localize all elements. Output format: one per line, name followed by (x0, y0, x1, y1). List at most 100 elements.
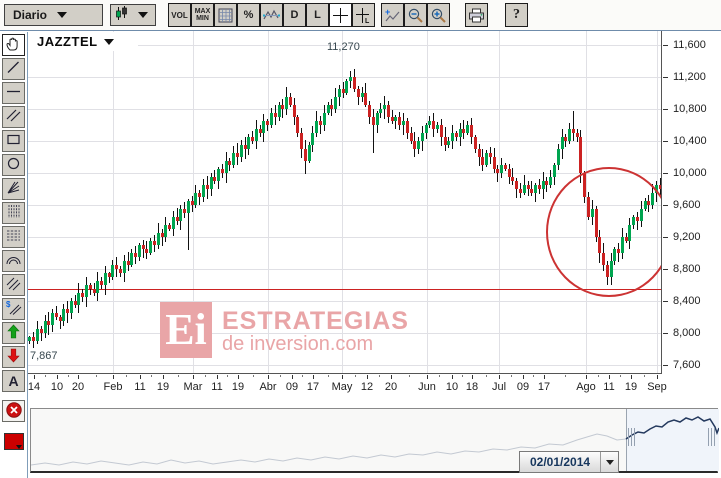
price-tick-label: 7,600 (673, 359, 701, 371)
candle-body (209, 177, 213, 190)
tool-fibonacci-arcs[interactable] (2, 250, 25, 272)
tool-text-tool[interactable]: A (2, 370, 25, 392)
candle-body (462, 129, 466, 134)
candle-body (349, 77, 353, 81)
date-tick-label: 09 (516, 381, 530, 393)
grid-button[interactable] (214, 3, 237, 27)
tool-ellipse[interactable] (2, 154, 25, 176)
date-tick-label: 10 (445, 381, 459, 393)
timeframe-value: Diario (13, 8, 48, 22)
candle-body (541, 181, 545, 190)
date-dropdown-arrow[interactable] (600, 452, 618, 472)
zoom-in-button[interactable] (427, 3, 450, 27)
tool-rectangle[interactable] (2, 130, 25, 152)
start-date-picker[interactable]: 02/01/2014 (519, 451, 620, 473)
candle-body (402, 121, 405, 126)
timeframe-select[interactable]: Diario (4, 4, 103, 26)
tool-vertical-lines[interactable] (2, 202, 25, 224)
candle-body (458, 129, 462, 138)
zigzag-plus-icon: + (384, 7, 401, 24)
date-tick-minor (227, 375, 228, 377)
chart-type-select[interactable] (110, 4, 156, 26)
add-indicator-button[interactable]: + (381, 3, 404, 27)
draw-d-button[interactable]: D (283, 3, 306, 27)
candle-body (96, 281, 100, 294)
candle-body (337, 89, 341, 97)
tool-fibonacci-retracement[interactable] (2, 226, 25, 248)
candle-body (137, 245, 141, 258)
candle-body (168, 225, 171, 230)
candle-body (330, 105, 334, 109)
candle-body (386, 105, 390, 117)
candle-body (202, 185, 205, 198)
candle-body (560, 137, 564, 150)
candle-body (156, 233, 160, 246)
tool-speed-lines[interactable] (2, 274, 25, 296)
navigator[interactable]: 02/01/2014 (30, 408, 719, 473)
date-tick-label: 14 (27, 381, 41, 393)
navigator-left-handle[interactable] (628, 428, 635, 446)
candle-body (436, 125, 439, 130)
date-tick (657, 375, 658, 379)
date-tick-label: 20 (71, 381, 85, 393)
price-tick-label: 9,600 (673, 199, 701, 211)
crosshair-l-button[interactable]: L (352, 3, 375, 27)
hand-icon (5, 35, 22, 55)
percent-button[interactable]: % (237, 3, 260, 27)
zoom-out-button[interactable] (404, 3, 427, 27)
candle-body (122, 261, 126, 274)
crosshair-button[interactable] (329, 3, 352, 27)
candle-body (375, 113, 379, 125)
date-tick (586, 375, 587, 379)
candle-body (322, 113, 326, 125)
vol-button[interactable]: VOL (168, 3, 191, 27)
symbol-select[interactable]: JAZZTEL (28, 32, 138, 51)
minmax-band-button[interactable] (260, 3, 283, 27)
candle-body (73, 301, 77, 306)
tool-parallel-lines[interactable] (2, 106, 25, 128)
tool-color-picker[interactable] (2, 430, 25, 452)
candle-body (160, 233, 164, 238)
candle-body (492, 157, 496, 170)
date-tick (163, 375, 164, 379)
candle-body (277, 105, 281, 117)
toolbar-button-group: VOL MAX MIN% D L L +? (156, 3, 528, 27)
tool-horizontal-line[interactable] (2, 82, 25, 104)
price-tick (663, 45, 668, 46)
arcs-icon (5, 251, 22, 271)
maxmin-button[interactable]: MAX MIN (191, 3, 214, 27)
date-tick-label: Abr (259, 381, 277, 393)
date-tick-minor (355, 375, 356, 377)
tool-arrow-down[interactable] (2, 346, 25, 368)
navigator-right-handle[interactable] (708, 428, 715, 446)
price-tick (663, 301, 668, 302)
print-button[interactable] (465, 3, 488, 27)
tool-arrow-up[interactable] (2, 322, 25, 344)
chart-canvas[interactable]: Ei ESTRATEGIAS de inversion.com JAZZTEL … (28, 31, 662, 374)
draw-l-button[interactable]: L (306, 3, 329, 27)
candle-body (549, 177, 553, 186)
tool-trendline[interactable] (2, 58, 25, 80)
tool-pan[interactable] (2, 34, 25, 56)
tool-price-lines[interactable]: $ (2, 298, 25, 320)
chevron-down-icon (138, 12, 148, 18)
candle-body (141, 245, 145, 250)
candle-body (220, 169, 224, 174)
price-tick (663, 173, 668, 174)
price-tick (663, 269, 668, 270)
candle-body (58, 317, 62, 322)
tool-delete[interactable] (2, 400, 25, 422)
date-tick (342, 375, 343, 379)
candle-body (488, 153, 492, 158)
candle-body (409, 133, 413, 142)
candle-body (179, 209, 183, 222)
arrow-down-icon (5, 347, 22, 367)
date-tick (452, 375, 453, 379)
dashed-hlines-icon (5, 227, 22, 247)
candle-body (266, 121, 270, 126)
tool-fan-lines[interactable] (2, 178, 25, 200)
candle-body (62, 309, 66, 322)
candle-body (383, 105, 387, 109)
help-button[interactable]: ? (505, 3, 528, 27)
grid-icon (218, 8, 233, 23)
